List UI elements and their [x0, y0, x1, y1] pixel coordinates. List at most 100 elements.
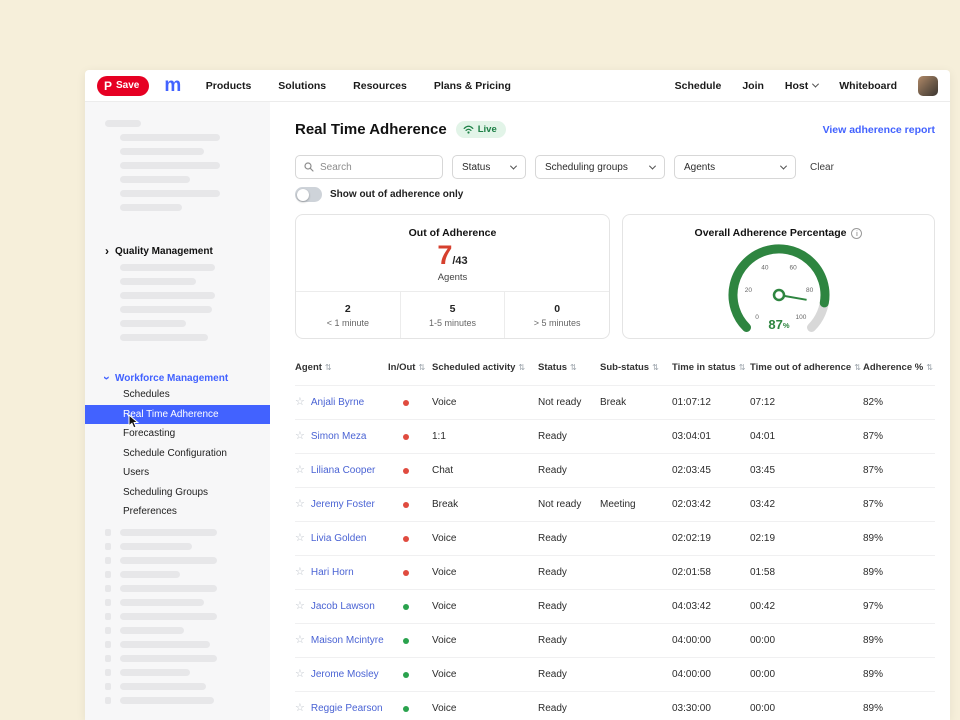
favorite-star-icon[interactable]: ☆: [295, 567, 305, 578]
in-out-indicator-in: [403, 604, 409, 610]
time-out-of-adherence-cell: 02:19: [750, 533, 863, 544]
chevron-down-icon: ›: [101, 376, 113, 380]
adherence-cell: 89%: [863, 703, 935, 714]
sidebar-item-forecasting[interactable]: Forecasting: [85, 424, 270, 444]
miro-logo[interactable]: m: [164, 76, 180, 95]
sidebar-section-workforce-management[interactable]: › Workforce Management: [85, 371, 270, 385]
skeleton-tick: [105, 613, 111, 620]
favorite-star-icon[interactable]: ☆: [295, 499, 305, 510]
pinterest-save-button[interactable]: P Save: [97, 76, 149, 96]
table-row: ☆Jerome MosleyVoiceReady04:00:0000:0089%: [295, 657, 935, 691]
favorite-star-icon[interactable]: ☆: [295, 601, 305, 612]
skeleton-tick: [105, 585, 111, 592]
column-label: Scheduled activity: [432, 362, 515, 373]
time-in-status-cell: 04:03:42: [672, 601, 750, 612]
agent-link[interactable]: Simon Meza: [311, 431, 367, 442]
time-in-status-cell: 02:03:42: [672, 499, 750, 510]
skeleton-bar: [120, 334, 208, 341]
agent-link[interactable]: Jerome Mosley: [311, 669, 379, 680]
summary-cards: Out of Adherence 7 /43 Agents 2 < 1 minu…: [295, 214, 935, 339]
skeleton-row: [85, 638, 270, 652]
table-row: ☆Anjali ByrneVoiceNot readyBreak01:07:12…: [295, 385, 935, 419]
favorite-star-icon[interactable]: ☆: [295, 703, 305, 714]
column-header-sub-status[interactable]: Sub-status⇅: [600, 362, 672, 373]
scheduling-groups-dropdown[interactable]: Scheduling groups: [535, 155, 665, 179]
agent-link[interactable]: Liliana Cooper: [311, 465, 376, 476]
sidebar-item-label: Forecasting: [123, 428, 175, 439]
breakdown-over-5-minutes: 0 > 5 minutes: [504, 292, 609, 338]
sidebar-item-preferences[interactable]: Preferences: [85, 502, 270, 522]
sidebar-item-schedules[interactable]: Schedules: [85, 385, 270, 405]
agent-link[interactable]: Anjali Byrne: [311, 397, 364, 408]
column-header-scheduled-activity[interactable]: Scheduled activity⇅: [432, 362, 538, 373]
main-content: Real Time Adherence Live View adherence …: [270, 102, 950, 720]
agent-link[interactable]: Livia Golden: [311, 533, 367, 544]
breakdown-label: 1-5 minutes: [429, 318, 476, 328]
favorite-star-icon[interactable]: ☆: [295, 533, 305, 544]
nav-join[interactable]: Join: [742, 80, 764, 92]
agent-link[interactable]: Maison Mcintyre: [311, 635, 384, 646]
table-row: ☆Liliana CooperChatReady02:03:4503:4587%: [295, 453, 935, 487]
skeleton-bar: [120, 148, 204, 155]
agent-link[interactable]: Jeremy Foster: [311, 499, 375, 510]
nav-products[interactable]: Products: [206, 80, 252, 92]
favorite-star-icon[interactable]: ☆: [295, 635, 305, 646]
column-label: In/Out: [388, 362, 415, 373]
chevron-down-icon: [780, 162, 787, 169]
column-label: Status: [538, 362, 567, 373]
adherence-cell: 97%: [863, 601, 935, 612]
skeleton-bar: [120, 134, 220, 141]
sidebar-item-schedule-configuration[interactable]: Schedule Configuration: [85, 444, 270, 464]
column-header-time-out-of-adherence[interactable]: Time out of adherence⇅: [750, 362, 863, 373]
column-header-time-in-status[interactable]: Time in status⇅: [672, 362, 750, 373]
sort-icon: ⇅: [325, 363, 332, 372]
agents-dropdown[interactable]: Agents: [674, 155, 796, 179]
sidebar-item-users[interactable]: Users: [85, 463, 270, 483]
breakdown-value: 2: [345, 303, 351, 315]
favorite-star-icon[interactable]: ☆: [295, 465, 305, 476]
clear-filters-button[interactable]: Clear: [810, 162, 834, 173]
nav-whiteboard[interactable]: Whiteboard: [839, 80, 897, 92]
table-row: ☆Jacob LawsonVoiceReady04:03:4200:4297%: [295, 589, 935, 623]
nav-plans-pricing[interactable]: Plans & Pricing: [434, 80, 511, 92]
adherence-breakdown: 2 < 1 minute 5 1-5 minutes 0 > 5 minutes: [296, 291, 609, 338]
save-label: Save: [116, 80, 139, 91]
overall-adherence-card: Overall Adherence Percentage i 020406080…: [622, 214, 935, 339]
scheduled-activity-cell: 1:1: [432, 431, 538, 442]
agent-link[interactable]: Reggie Pearson: [311, 703, 383, 714]
info-icon[interactable]: i: [851, 228, 862, 239]
nav-schedule[interactable]: Schedule: [675, 80, 722, 92]
favorite-star-icon[interactable]: ☆: [295, 397, 305, 408]
status-cell: Ready: [538, 703, 600, 714]
favorite-star-icon[interactable]: ☆: [295, 431, 305, 442]
nav-solutions[interactable]: Solutions: [278, 80, 326, 92]
column-header-agent[interactable]: Agent⇅: [295, 362, 388, 373]
primary-nav: Products Solutions Resources Plans & Pri…: [206, 80, 511, 92]
status-dropdown[interactable]: Status: [452, 155, 526, 179]
agent-cell: ☆ Anjali Byrne: [295, 397, 388, 408]
skeleton-group-middle: [85, 258, 270, 344]
in-out-indicator-out: [403, 468, 409, 474]
sidebar-item-real-time-adherence[interactable]: Real Time Adherence: [85, 405, 270, 425]
agent-link[interactable]: Hari Horn: [311, 567, 354, 578]
favorite-star-icon[interactable]: ☆: [295, 669, 305, 680]
adherence-only-toggle[interactable]: [295, 187, 322, 202]
time-in-status-cell: 04:00:00: [672, 635, 750, 646]
skeleton-row: [85, 582, 270, 596]
column-header-adherence[interactable]: Adherence %⇅: [863, 362, 935, 373]
adherence-cell: 87%: [863, 499, 935, 510]
sidebar-item-scheduling-groups[interactable]: Scheduling Groups: [85, 483, 270, 503]
time-in-status-cell: 02:02:19: [672, 533, 750, 544]
nav-host[interactable]: Host: [785, 80, 818, 92]
search-input[interactable]: Search: [295, 155, 443, 179]
time-out-of-adherence-cell: 03:42: [750, 499, 863, 510]
view-adherence-report-link[interactable]: View adherence report: [823, 124, 935, 136]
column-header-in-out[interactable]: In/Out⇅: [388, 362, 432, 373]
gauge-tick-label: 0: [755, 314, 759, 321]
breakdown-label: < 1 minute: [327, 318, 369, 328]
agent-link[interactable]: Jacob Lawson: [311, 601, 375, 612]
nav-resources[interactable]: Resources: [353, 80, 407, 92]
user-avatar[interactable]: [918, 76, 938, 96]
column-header-status[interactable]: Status⇅: [538, 362, 600, 373]
sidebar-section-quality-management[interactable]: › Quality Management: [85, 244, 270, 258]
